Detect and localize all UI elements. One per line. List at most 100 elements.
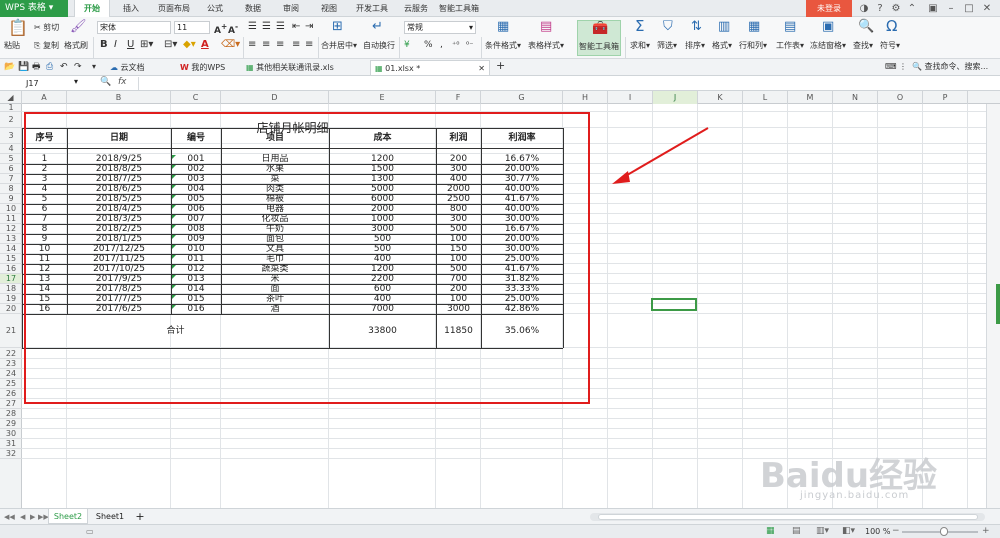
skin-icon[interactable]: ◑ xyxy=(857,2,871,15)
merge-center-icon[interactable]: ⊞ xyxy=(332,20,343,34)
feedback-icon[interactable]: ⌨ xyxy=(885,62,897,72)
align-bottom-icon[interactable]: ☰ xyxy=(276,22,285,32)
format-painter-button[interactable]: 格式刷 xyxy=(64,41,88,51)
wrap-text-button[interactable]: 自动换行 xyxy=(363,41,395,51)
tab-contacts-xls[interactable]: ▦ 其他相关联通讯录.xls xyxy=(246,60,366,75)
wps-logo-menu[interactable]: WPS 表格 ▾ xyxy=(0,0,68,17)
more-icon[interactable]: ⋮ xyxy=(899,62,907,72)
eye-protect-icon[interactable]: ◧▾ xyxy=(842,526,855,536)
save-icon[interactable]: 💾 xyxy=(18,62,29,72)
row-header-1[interactable]: 1 xyxy=(0,104,22,112)
vertical-scrollbar[interactable] xyxy=(986,104,1000,508)
command-search[interactable]: 🔍 查找命令、搜索... xyxy=(912,62,988,72)
increase-decimal-icon[interactable]: ⁺⁰ xyxy=(452,40,459,50)
menu-tab-developer[interactable]: 开发工具 xyxy=(350,0,394,17)
row-header-22[interactable]: 22 xyxy=(0,348,22,359)
number-format-select[interactable]: 常规 ▾ xyxy=(404,21,476,34)
zoom-level[interactable]: 100 % xyxy=(865,527,890,537)
open-folder-icon[interactable]: 📂 xyxy=(4,62,15,72)
col-header-k[interactable]: K xyxy=(698,91,743,104)
decrease-decimal-icon[interactable]: ⁰⁻ xyxy=(466,40,473,50)
row-col-icon[interactable]: ▦ xyxy=(748,20,760,34)
row-header-15[interactable]: 15 xyxy=(0,254,22,264)
freeze-panes-icon[interactable]: ▣ xyxy=(822,20,834,34)
tab-01-xlsx[interactable]: ▦ 01.xlsx * ✕ xyxy=(370,60,490,75)
omega-icon[interactable]: Ω xyxy=(886,19,897,34)
col-header-b[interactable]: B xyxy=(67,91,171,104)
row-header-5[interactable]: 5 xyxy=(0,154,22,164)
symbol-button[interactable]: 符号▾ xyxy=(880,41,900,51)
first-sheet-icon[interactable]: ◀◀ xyxy=(4,512,15,522)
table-style-icon[interactable]: ▤ xyxy=(540,20,552,34)
selected-cell-j17[interactable] xyxy=(651,298,697,311)
sort-button[interactable]: 排序▾ xyxy=(685,41,705,51)
row-header-6[interactable]: 6 xyxy=(0,164,22,174)
increase-font-icon[interactable]: A+ xyxy=(214,22,227,36)
row-header-12[interactable]: 12 xyxy=(0,224,22,234)
merge-center-button[interactable]: 合并居中▾ xyxy=(321,41,357,51)
prev-sheet-icon[interactable]: ◀ xyxy=(20,512,25,522)
table-style-button[interactable]: 表格样式▾ xyxy=(528,41,564,51)
col-header-l[interactable]: L xyxy=(743,91,788,104)
row-header-31[interactable]: 31 xyxy=(0,439,22,449)
magnifier-icon[interactable]: 🔍 xyxy=(858,20,874,34)
menu-tab-view[interactable]: 视图 xyxy=(314,0,344,17)
row-header-25[interactable]: 25 xyxy=(0,379,22,389)
col-header-m[interactable]: M xyxy=(788,91,833,104)
cut-button[interactable]: ✂ 剪切 xyxy=(34,23,59,33)
print-preview-icon[interactable]: ⎙ xyxy=(46,62,53,72)
chevron-down-icon[interactable]: ▾ xyxy=(74,77,78,86)
col-header-o[interactable]: O xyxy=(878,91,923,104)
normal-view-icon[interactable]: ▦ xyxy=(766,526,775,536)
zoom-slider[interactable] xyxy=(902,527,978,536)
row-header-28[interactable]: 28 xyxy=(0,409,22,419)
conditional-format-button[interactable]: 条件格式▾ xyxy=(485,41,521,51)
paste-icon[interactable]: 📋 xyxy=(8,20,28,36)
sort-icon[interactable]: ⇅ xyxy=(691,20,702,34)
row-header-29[interactable]: 29 xyxy=(0,419,22,429)
row-header-11[interactable]: 11 xyxy=(0,214,22,224)
col-header-p[interactable]: P xyxy=(923,91,968,104)
menu-tab-insert[interactable]: 插入 xyxy=(114,0,148,17)
row-header-21[interactable]: 21 xyxy=(0,314,22,348)
row-header-19[interactable]: 19 xyxy=(0,294,22,304)
indent-increase-icon[interactable]: ⇥ xyxy=(305,22,313,32)
page-break-view-icon[interactable]: ▤ xyxy=(792,526,801,536)
font-name-select[interactable]: 宋体 xyxy=(97,21,171,34)
tab-cloud-docs[interactable]: ☁ 云文档 xyxy=(106,60,166,75)
row-header-23[interactable]: 23 xyxy=(0,359,22,369)
row-header-7[interactable]: 7 xyxy=(0,174,22,184)
settings-icon[interactable]: ⚙ xyxy=(889,2,903,15)
col-header-a[interactable]: A xyxy=(22,91,67,104)
row-header-4[interactable]: 4 xyxy=(0,144,22,154)
decrease-font-icon[interactable]: A- xyxy=(228,22,238,36)
row-header-9[interactable]: 9 xyxy=(0,194,22,204)
sum-icon[interactable]: Σ xyxy=(635,19,644,34)
paste-button[interactable]: 粘贴 xyxy=(4,41,20,51)
menu-tab-cloud[interactable]: 云服务 xyxy=(398,0,434,17)
undo-icon[interactable]: ↶ xyxy=(60,62,68,72)
zoom-slider-handle[interactable] xyxy=(940,527,948,536)
row-header-8[interactable]: 8 xyxy=(0,184,22,194)
menu-tab-smart-toolbox[interactable]: 智能工具箱 xyxy=(438,0,480,17)
row-header-3[interactable]: 3 xyxy=(0,128,22,144)
scroll-thumb[interactable] xyxy=(996,284,1000,324)
align-middle-icon[interactable]: ☰ xyxy=(262,22,271,32)
align-center-icon[interactable]: ≡ xyxy=(262,40,270,50)
reading-mode-icon[interactable]: ▥▾ xyxy=(816,526,829,536)
font-size-select[interactable]: 11 xyxy=(174,21,210,34)
zoom-in-icon[interactable]: + xyxy=(982,526,990,536)
tab-my-wps[interactable]: W 我的WPS xyxy=(180,60,242,75)
row-header-17[interactable]: 17 xyxy=(0,274,22,284)
close-tab-icon[interactable]: ✕ xyxy=(478,61,485,76)
align-left-icon[interactable]: ≡ xyxy=(248,40,256,50)
row-header-16[interactable]: 16 xyxy=(0,264,22,274)
close-icon[interactable]: ✕ xyxy=(980,2,994,15)
horizontal-scroll-thumb[interactable] xyxy=(598,514,978,520)
fill-color-icon[interactable]: ◆▾ xyxy=(183,40,196,50)
brush-icon[interactable]: 🖌 xyxy=(70,20,87,34)
conditional-format-icon[interactable]: ▦ xyxy=(497,20,509,34)
sheet-tab-sheet1[interactable]: Sheet1 xyxy=(90,509,130,524)
row-header-14[interactable]: 14 xyxy=(0,244,22,254)
row-header-26[interactable]: 26 xyxy=(0,389,22,399)
